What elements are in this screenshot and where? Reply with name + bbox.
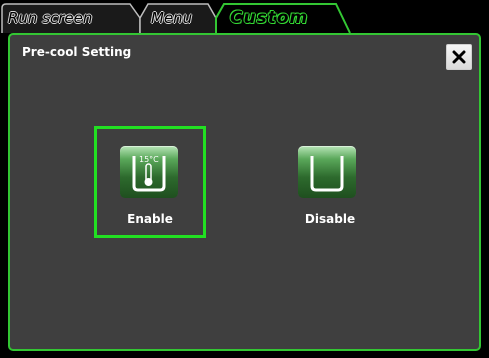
tab-run-screen[interactable]: Run screen [8, 11, 92, 26]
empty-chamber-icon [310, 156, 344, 192]
panel-title: Pre-cool Setting [22, 45, 132, 59]
temperature-text: 15°C [139, 155, 159, 164]
close-button[interactable] [446, 44, 472, 70]
enable-label: Enable [127, 212, 173, 226]
precool-thermometer-icon: 15°C [132, 155, 166, 192]
screen: Run screen Menu Custom Pre-cool Setting … [0, 0, 489, 358]
close-icon [452, 50, 466, 64]
disable-option[interactable]: Disable [280, 126, 392, 238]
enable-option[interactable]: 15°C Enable [94, 126, 206, 238]
disable-label: Disable [304, 212, 356, 226]
settings-panel [8, 33, 481, 351]
disable-icon-tile [298, 146, 356, 198]
tab-custom[interactable]: Custom [230, 10, 308, 27]
enable-icon-tile: 15°C [120, 146, 178, 198]
tab-menu[interactable]: Menu [151, 11, 192, 26]
tab-bar: Run screen Menu Custom [0, 0, 489, 34]
